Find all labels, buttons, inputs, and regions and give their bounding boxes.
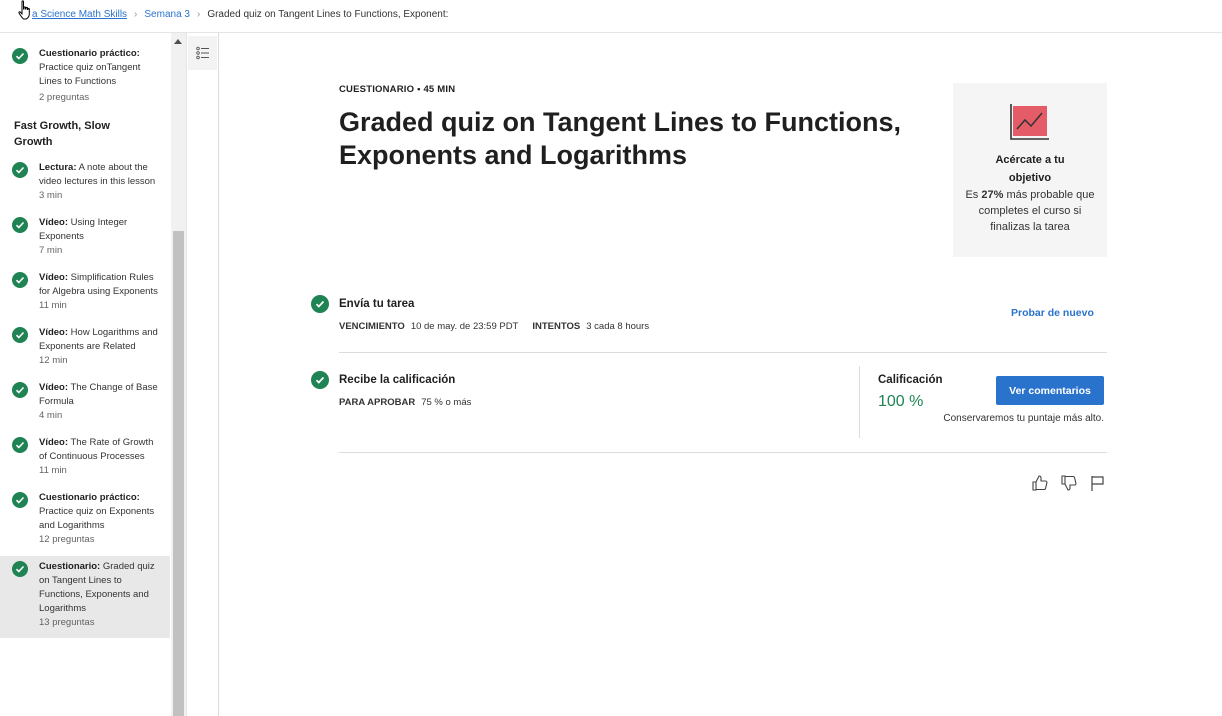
sidebar-item-meta: 12 min bbox=[39, 355, 68, 366]
feedback-actions bbox=[1031, 474, 1107, 492]
chevron-right-icon: › bbox=[196, 9, 201, 20]
sidebar-scrollbar[interactable] bbox=[171, 33, 186, 716]
scrollbar-thumb[interactable] bbox=[173, 231, 184, 716]
page-title: Graded quiz on Tangent Lines to Function… bbox=[339, 107, 901, 170]
due-value: 10 de may. de 23:59 PDT bbox=[410, 321, 519, 332]
highest-score-note: Conservaremos tu puntaje más alto. bbox=[943, 413, 1104, 424]
breadcrumb-course-link[interactable]: a Science Math Skills bbox=[32, 9, 127, 20]
sidebar-item-meta: 3 min bbox=[39, 190, 63, 201]
attempts-value: 3 cada 8 hours bbox=[586, 321, 650, 332]
submit-meta: VENCIMIENTO 10 de may. de 23:59 PDT INTENT… bbox=[339, 321, 649, 332]
breadcrumb: a Science Math Skills › Semana 3 › Grade… bbox=[32, 9, 448, 20]
sidebar-item-type: Vídeo: bbox=[39, 217, 69, 228]
hand-cursor-icon bbox=[18, 0, 30, 20]
sidebar-item-current[interactable]: Cuestionario: Graded quiz on Tangent Lin… bbox=[0, 556, 170, 638]
retry-link[interactable]: Probar de nuevo bbox=[1011, 307, 1094, 319]
sidebar-item[interactable]: Vídeo: The Change of Base Formula 4 min bbox=[0, 381, 170, 423]
sidebar-item-meta: 2 preguntas bbox=[39, 92, 90, 103]
sidebar-item-meta: 11 min bbox=[39, 465, 67, 476]
sidebar-item-meta: 4 min bbox=[39, 410, 63, 421]
goal-percent: 27% bbox=[981, 189, 1004, 201]
divider bbox=[339, 352, 1107, 353]
goal-text-pre: Es bbox=[965, 189, 982, 201]
outline-toggle-strip bbox=[186, 33, 219, 716]
completed-check-icon bbox=[12, 327, 28, 343]
pass-value: 75 % o más bbox=[421, 397, 472, 408]
sidebar-item[interactable]: Vídeo: Using Integer Exponents 7 min bbox=[0, 216, 170, 258]
completed-check-icon bbox=[12, 492, 28, 508]
due-label: VENCIMIENTO bbox=[339, 321, 405, 332]
item-eyebrow: CUESTIONARIO • 45 MIN bbox=[339, 84, 456, 95]
attempts-label: INTENTOS bbox=[532, 321, 581, 332]
grade-value: 100 % bbox=[878, 393, 924, 410]
pass-label: PARA APROBAR bbox=[339, 397, 416, 408]
completed-check-icon bbox=[311, 371, 329, 389]
sidebar-item-type: Vídeo: bbox=[39, 327, 69, 338]
completed-check-icon bbox=[12, 437, 28, 453]
thumbs-up-icon[interactable] bbox=[1031, 474, 1049, 492]
sidebar-item-type: Lectura: bbox=[39, 162, 77, 173]
course-outline-list: Cuestionario práctico: Practice quiz onT… bbox=[0, 33, 170, 638]
sidebar-item[interactable]: Vídeo: How Logarithms and Exponents are … bbox=[0, 326, 170, 368]
sidebar-item[interactable]: Cuestionario práctico: Practice quiz on … bbox=[0, 491, 170, 547]
sidebar-item-type: Cuestionario práctico: bbox=[39, 492, 140, 503]
completed-check-icon bbox=[12, 382, 28, 398]
grade-label: Calificación bbox=[878, 374, 943, 386]
breadcrumb-week-link[interactable]: Semana 3 bbox=[144, 9, 190, 20]
vertical-divider bbox=[859, 366, 860, 438]
chart-trend-icon bbox=[1010, 104, 1049, 140]
completed-check-icon bbox=[12, 561, 28, 577]
course-outline-sidebar: Cuestionario práctico: Practice quiz onT… bbox=[0, 33, 186, 716]
completed-check-icon bbox=[311, 295, 329, 313]
sidebar-item-practice-quiz-tangent[interactable]: Cuestionario práctico: Practice quiz onT… bbox=[0, 47, 170, 105]
sidebar-item-type: Cuestionario práctico: bbox=[39, 48, 140, 59]
scroll-up-arrow-icon[interactable] bbox=[174, 39, 182, 44]
divider bbox=[339, 452, 1107, 453]
goal-text: Es 27% más probable que completes el cur… bbox=[953, 187, 1107, 235]
sidebar-item-label: Practice quiz on Exponents and Logarithm… bbox=[39, 506, 155, 531]
outline-toggle-button[interactable] bbox=[188, 36, 217, 70]
completed-check-icon bbox=[12, 217, 28, 233]
sidebar-item-type: Vídeo: bbox=[39, 272, 69, 283]
sidebar-item[interactable]: Vídeo: Simplification Rules for Algebra … bbox=[0, 271, 170, 313]
completed-check-icon bbox=[12, 162, 28, 178]
breadcrumb-bar: a Science Math Skills › Semana 3 › Grade… bbox=[0, 0, 1222, 33]
flag-icon[interactable] bbox=[1089, 474, 1107, 492]
sidebar-item[interactable]: Vídeo: The Rate of Growth of Continuous … bbox=[0, 436, 170, 478]
chevron-right-icon: › bbox=[134, 9, 138, 20]
sidebar-item[interactable]: Lectura: A note about the video lectures… bbox=[0, 161, 170, 203]
sidebar-item-meta: 12 preguntas bbox=[39, 534, 95, 545]
sidebar-item-meta: 13 preguntas bbox=[39, 617, 95, 628]
goal-card: Acércate a tu objetivo Es 27% más probab… bbox=[953, 83, 1107, 257]
sidebar-item-type: Vídeo: bbox=[39, 437, 69, 448]
sidebar-item-meta: 7 min bbox=[39, 245, 63, 256]
sidebar-item-type: Vídeo: bbox=[39, 382, 69, 393]
completed-check-icon bbox=[12, 272, 28, 288]
goal-title: Acércate a tu objetivo bbox=[995, 154, 1065, 184]
sidebar-section-title: Fast Growth, Slow Growth bbox=[14, 120, 110, 148]
view-feedback-button[interactable]: Ver comentarios bbox=[996, 376, 1104, 405]
sidebar-item-type: Cuestionario: bbox=[39, 561, 101, 572]
completed-check-icon bbox=[12, 48, 28, 64]
sidebar-item-meta: 11 min bbox=[39, 300, 67, 311]
sidebar-item-label: Practice quiz onTangent Lines to Functio… bbox=[39, 62, 141, 87]
thumbs-down-icon[interactable] bbox=[1060, 474, 1078, 492]
list-icon bbox=[195, 46, 209, 60]
receive-grade-title: Recibe la calificación bbox=[339, 374, 456, 386]
breadcrumb-current: Graded quiz on Tangent Lines to Function… bbox=[207, 9, 449, 20]
pass-meta: PARA APROBAR 75 % o más bbox=[339, 397, 471, 408]
submit-assignment-title: Envía tu tarea bbox=[339, 298, 415, 310]
